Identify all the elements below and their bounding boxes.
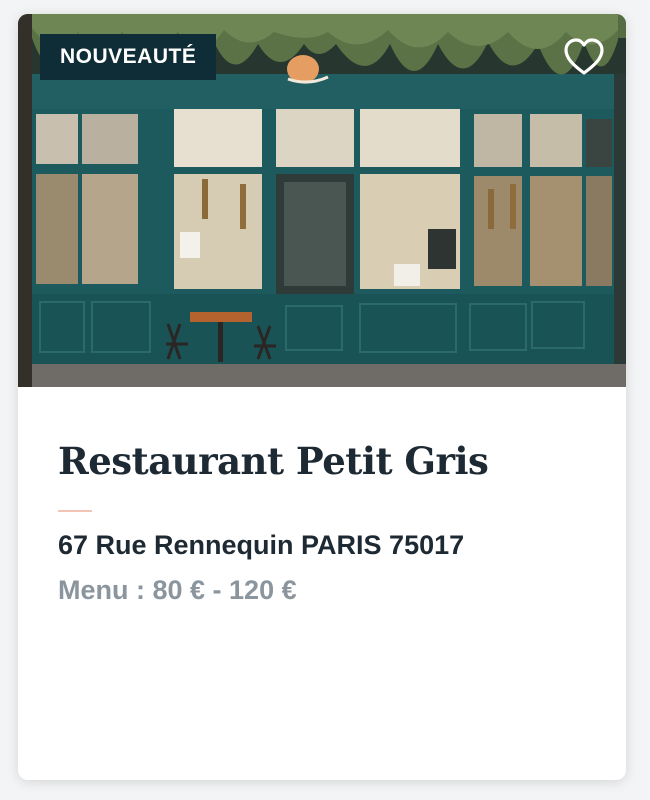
restaurant-card[interactable]: NOUVEAUTÉ Restaurant Petit Gris 67 Rue R… xyxy=(18,14,626,780)
favorite-button[interactable] xyxy=(560,34,608,80)
accent-divider xyxy=(58,510,92,512)
menu-price: Menu : 80 € - 120 € xyxy=(58,575,297,605)
new-badge: NOUVEAUTÉ xyxy=(40,34,217,80)
restaurant-name[interactable]: Restaurant Petit Gris xyxy=(58,434,598,488)
heart-outline-icon xyxy=(564,38,604,75)
card-body: Restaurant Petit Gris 67 Rue Rennequin P… xyxy=(58,434,598,606)
badge-label: NOUVEAUTÉ xyxy=(60,45,197,68)
restaurant-address: 67 Rue Rennequin PARIS 75017 xyxy=(58,530,465,560)
